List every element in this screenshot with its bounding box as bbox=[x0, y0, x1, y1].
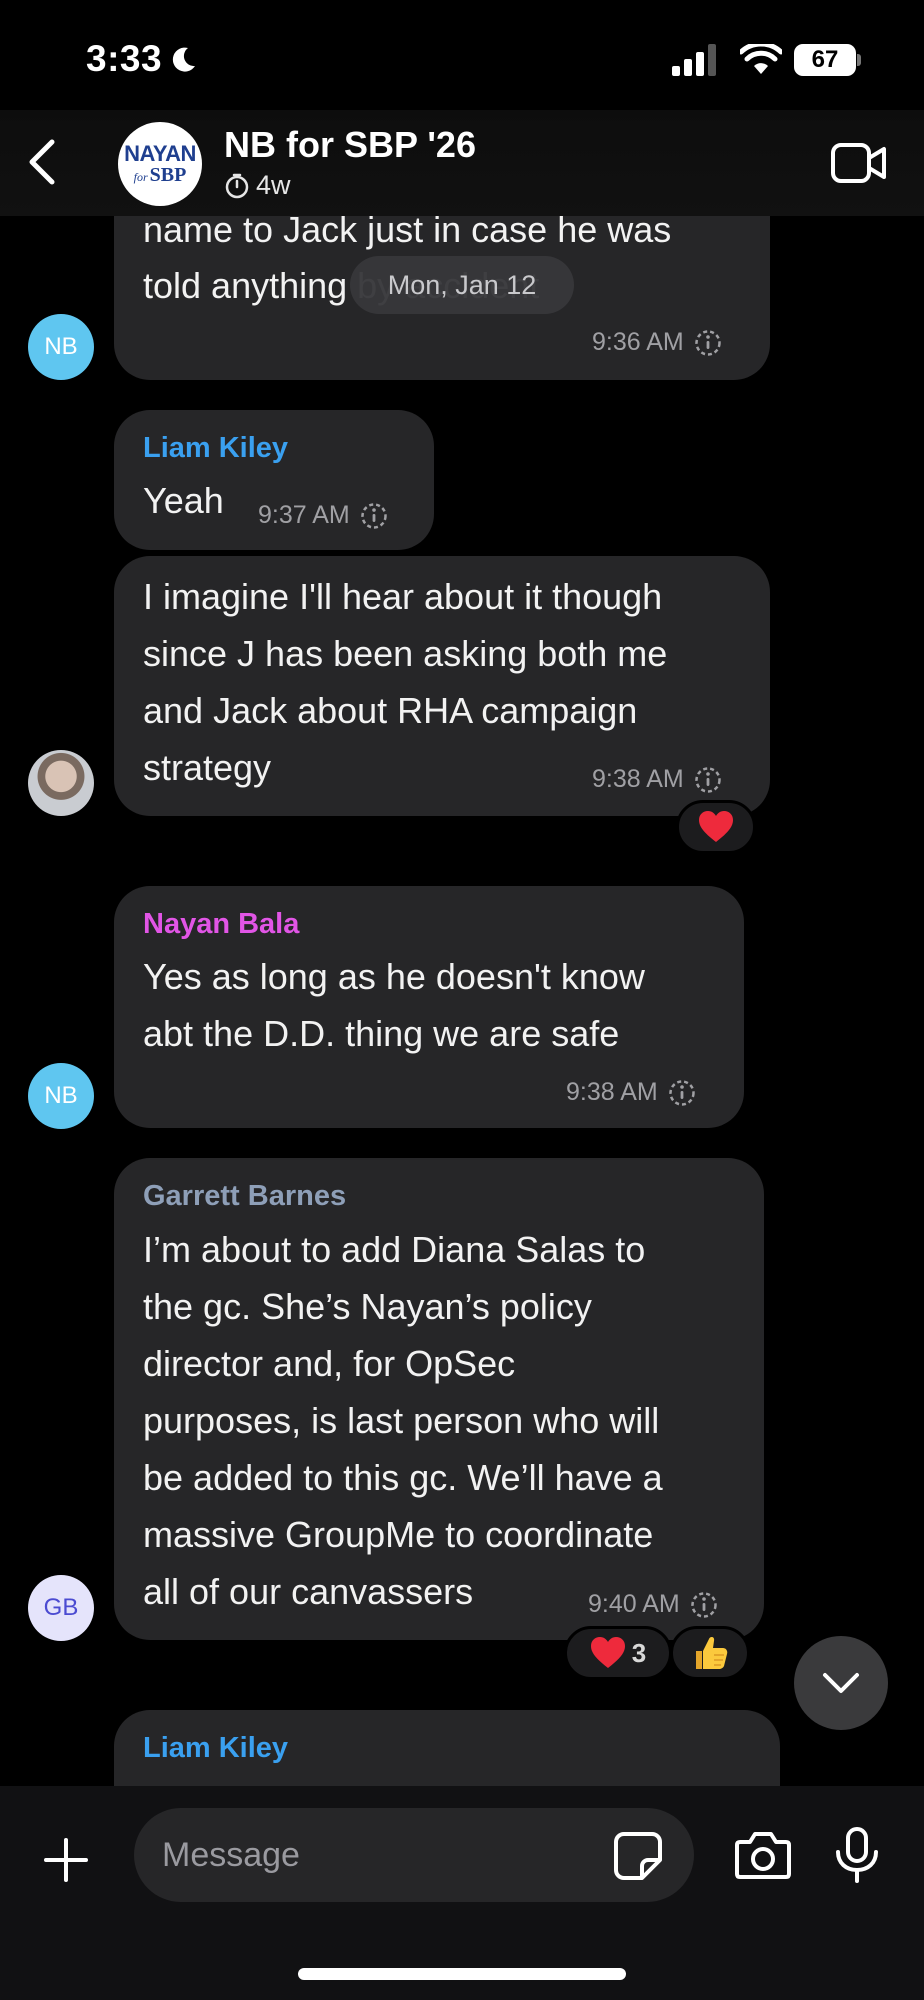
dotted-circle-info-icon bbox=[694, 329, 721, 356]
sender-name[interactable]: Nayan Bala bbox=[143, 908, 299, 941]
battery-level: 67 bbox=[794, 44, 856, 76]
chevron-left-icon bbox=[29, 139, 55, 185]
message-meta: 9:37 AM bbox=[258, 501, 388, 530]
chat-title[interactable]: NB for SBP '26 bbox=[224, 124, 476, 166]
message-time: 9:37 AM bbox=[258, 501, 350, 529]
battery-cap bbox=[857, 54, 861, 66]
scroll-to-bottom-button[interactable] bbox=[794, 1636, 888, 1730]
back-button[interactable] bbox=[14, 132, 68, 192]
message-line: purposes, is last person who will bbox=[143, 1400, 660, 1441]
chat-header: NAYAN for SBP NB for SBP '26 4w bbox=[0, 110, 924, 216]
reaction-count: 3 bbox=[631, 1637, 647, 1668]
timer-icon bbox=[225, 173, 249, 198]
time-text: 3:33 bbox=[86, 38, 163, 79]
dotted-circle-info-icon bbox=[668, 1079, 695, 1106]
thumbs-up-icon bbox=[696, 1636, 728, 1669]
sticker-icon[interactable] bbox=[612, 1830, 664, 1882]
dotted-circle-info-icon bbox=[694, 766, 721, 793]
do-not-disturb-moon-icon bbox=[172, 47, 196, 72]
message-line: all of our canvassers bbox=[143, 1571, 474, 1612]
avatar[interactable] bbox=[28, 750, 94, 816]
home-indicator bbox=[298, 1968, 626, 1980]
logo-text-sbp: SBP bbox=[149, 164, 187, 186]
avatar[interactable]: GB bbox=[28, 1575, 94, 1641]
message-line: the gc. She’s Nayan’s policy bbox=[143, 1286, 592, 1327]
disappearing-messages-indicator[interactable]: 4w bbox=[224, 170, 291, 201]
dotted-circle-info-icon bbox=[690, 1591, 717, 1618]
reaction-badge[interactable] bbox=[676, 800, 756, 854]
logo-text-top: NAYAN bbox=[124, 141, 196, 166]
message-line: since J has been asking both me bbox=[143, 633, 668, 674]
logo-text-for: for bbox=[133, 170, 148, 184]
message-line: massive GroupMe to coordinate bbox=[143, 1514, 654, 1555]
wifi-icon bbox=[740, 44, 782, 74]
avatar[interactable]: NB bbox=[28, 314, 94, 380]
message-line: Yeah bbox=[143, 480, 224, 521]
message-meta: 9:38 AM bbox=[592, 765, 722, 794]
message-line: I’m about to add Diana Salas to bbox=[143, 1229, 646, 1270]
status-bar: 3:33 67 bbox=[0, 0, 924, 118]
message-line: Yes as long as he doesn't know bbox=[143, 956, 645, 997]
message-line: director and, for OpSec bbox=[143, 1343, 516, 1384]
battery-indicator: 67 bbox=[794, 44, 862, 76]
sender-name[interactable]: Liam Kiley bbox=[143, 432, 288, 465]
disappearing-duration: 4w bbox=[256, 170, 291, 200]
avatar[interactable]: NB bbox=[28, 1063, 94, 1129]
logo-text-bottom: for SBP bbox=[134, 165, 187, 185]
message-meta: 9:36 AM bbox=[592, 328, 722, 357]
message-line: I imagine I'll hear about it though bbox=[143, 576, 663, 617]
message-time: 9:40 AM bbox=[588, 1590, 680, 1618]
reaction-badge[interactable] bbox=[670, 1626, 750, 1680]
message-composer bbox=[0, 1786, 924, 2000]
message-line: and Jack about RHA campaign bbox=[143, 690, 638, 731]
sender-name[interactable]: Garrett Barnes bbox=[143, 1180, 346, 1213]
microphone-icon[interactable] bbox=[832, 1826, 882, 1884]
sender-name[interactable]: Liam Kiley bbox=[143, 1732, 288, 1765]
group-avatar[interactable]: NAYAN for SBP bbox=[118, 122, 202, 206]
message-input[interactable] bbox=[134, 1808, 694, 1902]
video-call-icon[interactable] bbox=[830, 140, 888, 186]
chevron-down-icon bbox=[823, 1673, 859, 1693]
date-separator: Mon, Jan 12 bbox=[350, 256, 574, 314]
heart-icon bbox=[590, 1637, 625, 1668]
cellular-signal-icon bbox=[672, 44, 716, 76]
plus-icon[interactable] bbox=[38, 1832, 94, 1888]
message-time: 9:38 AM bbox=[592, 765, 684, 793]
message-meta: 9:38 AM bbox=[566, 1078, 696, 1107]
camera-icon[interactable] bbox=[734, 1828, 792, 1882]
dotted-circle-info-icon bbox=[360, 502, 387, 529]
heart-icon bbox=[699, 811, 733, 842]
message-meta: 9:40 AM bbox=[588, 1590, 718, 1619]
message-line: abt the D.D. thing we are safe bbox=[143, 1013, 620, 1054]
status-time: 3:33 bbox=[86, 38, 198, 80]
message-line: strategy bbox=[143, 747, 272, 788]
message-line: be added to this gc. We’ll have a bbox=[143, 1457, 663, 1498]
message-time: 9:38 AM bbox=[566, 1078, 658, 1106]
reaction-badge[interactable]: 3 bbox=[564, 1626, 672, 1680]
message-time: 9:36 AM bbox=[592, 328, 684, 356]
